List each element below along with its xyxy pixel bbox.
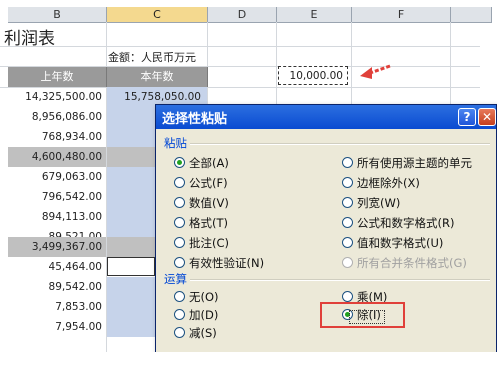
radio-icon (174, 177, 185, 188)
option-label: 公式(F) (189, 176, 228, 190)
radio-icon (174, 197, 185, 208)
cell-b-row9[interactable]: 3,499,367.00 (8, 237, 106, 257)
header-last-year[interactable]: 上年数 (8, 67, 107, 87)
operation-none-option[interactable]: 无(O) (174, 289, 219, 305)
radio-icon (342, 217, 353, 228)
column-header-b[interactable]: B (8, 7, 107, 23)
currency-note[interactable]: 金额：人民币万元 (108, 49, 196, 65)
option-label: 值和数字格式(U) (357, 236, 444, 250)
radio-icon (342, 257, 353, 268)
cell-b-row10[interactable]: 45,464.00 (8, 257, 106, 277)
screenshot-frame: B C D E F 利润表 金额：人民币万元 上年数 本年数 14,325,50… (0, 0, 497, 368)
cell-b-row11[interactable]: 89,542.00 (8, 277, 106, 297)
option-label: 所有使用源主题的单元 (357, 156, 472, 170)
radio-icon (174, 217, 185, 228)
column-header-d[interactable]: D (208, 7, 277, 23)
column-header-f[interactable]: F (352, 7, 451, 23)
radio-icon (342, 157, 353, 168)
radio-icon (342, 177, 353, 188)
paste-formulas-numbers-option[interactable]: 公式和数字格式(R) (342, 215, 454, 231)
paste-group-label: 粘贴 (164, 136, 187, 150)
column-header-g[interactable] (451, 7, 492, 23)
cell-b-row3[interactable]: 768,934.00 (8, 127, 106, 147)
focus-outline (349, 310, 385, 324)
option-label: 全部(A) (189, 156, 229, 170)
cell-b-row5[interactable]: 679,063.00 (8, 167, 106, 187)
paste-values-numbers-option[interactable]: 值和数字格式(U) (342, 235, 443, 251)
radio-icon (342, 291, 353, 302)
paste-comments-option[interactable]: 批注(C) (174, 235, 229, 251)
cell-b-row4[interactable]: 4,600,480.00 (8, 147, 106, 167)
cell-b-row2[interactable]: 8,956,086.00 (8, 107, 106, 127)
paste-no-borders-option[interactable]: 边框除外(X) (342, 175, 420, 191)
cell-b-row7[interactable]: 894,113.00 (8, 207, 106, 227)
group-divider (190, 143, 490, 145)
operation-subtract-option[interactable]: 减(S) (174, 325, 217, 341)
operation-add-option[interactable]: 加(D) (174, 307, 218, 323)
sheet-title[interactable]: 利润表 (4, 24, 55, 49)
option-label: 所有合并条件格式(G) (357, 256, 467, 270)
radio-icon (174, 257, 185, 268)
option-label: 减(S) (189, 326, 217, 340)
paste-formats-option[interactable]: 格式(T) (174, 215, 228, 231)
cell-b-row6[interactable]: 796,542.00 (8, 187, 106, 207)
dialog-title: 选择性粘贴 (162, 112, 228, 127)
radio-icon (342, 237, 353, 248)
radio-icon (174, 291, 185, 302)
radio-icon (174, 309, 185, 320)
radio-selected-icon (174, 157, 185, 168)
close-button[interactable]: ✕ (478, 108, 496, 126)
paste-merge-conditional-option: 所有合并条件格式(G) (342, 255, 467, 271)
cell-b-row1[interactable]: 14,325,500.00 (8, 87, 106, 107)
option-label: 有效性验证(N) (189, 256, 265, 270)
paste-formulas-option[interactable]: 公式(F) (174, 175, 228, 191)
cell-b-row13[interactable]: 7,954.00 (8, 317, 106, 337)
bottom-margin (0, 352, 497, 368)
paste-all-option[interactable]: 全部(A) (174, 155, 229, 171)
help-button[interactable]: ? (458, 108, 476, 126)
paste-column-widths-option[interactable]: 列宽(W) (342, 195, 400, 211)
radio-icon (342, 197, 353, 208)
operation-group-label: 运算 (164, 272, 187, 286)
grid-line (0, 46, 480, 47)
option-label: 无(O) (189, 290, 219, 304)
copied-cell-e[interactable]: 10,000.00 (278, 66, 348, 85)
option-label: 公式和数字格式(R) (357, 216, 455, 230)
left-arrow-icon (360, 64, 391, 79)
group-divider (190, 279, 490, 281)
column-header-c[interactable]: C (107, 7, 208, 23)
paste-validation-option[interactable]: 有效性验证(N) (174, 255, 264, 271)
cell-b-row12[interactable]: 7,853.00 (8, 297, 106, 317)
paste-values-option[interactable]: 数值(V) (174, 195, 229, 211)
option-label: 数值(V) (189, 196, 229, 210)
column-header-e[interactable]: E (277, 7, 352, 23)
option-label: 批注(C) (189, 236, 230, 250)
radio-icon (174, 237, 185, 248)
radio-icon (174, 327, 185, 338)
option-label: 格式(T) (189, 216, 228, 230)
option-label: 列宽(W) (357, 196, 401, 210)
dialog-title-bar[interactable]: 选择性粘贴 ? ✕ (156, 105, 496, 129)
paste-source-theme-option[interactable]: 所有使用源主题的单元 (342, 155, 472, 171)
header-this-year[interactable]: 本年数 (107, 67, 208, 87)
option-label: 边框除外(X) (357, 176, 420, 190)
active-cell[interactable] (107, 257, 155, 276)
option-label: 加(D) (189, 308, 219, 322)
